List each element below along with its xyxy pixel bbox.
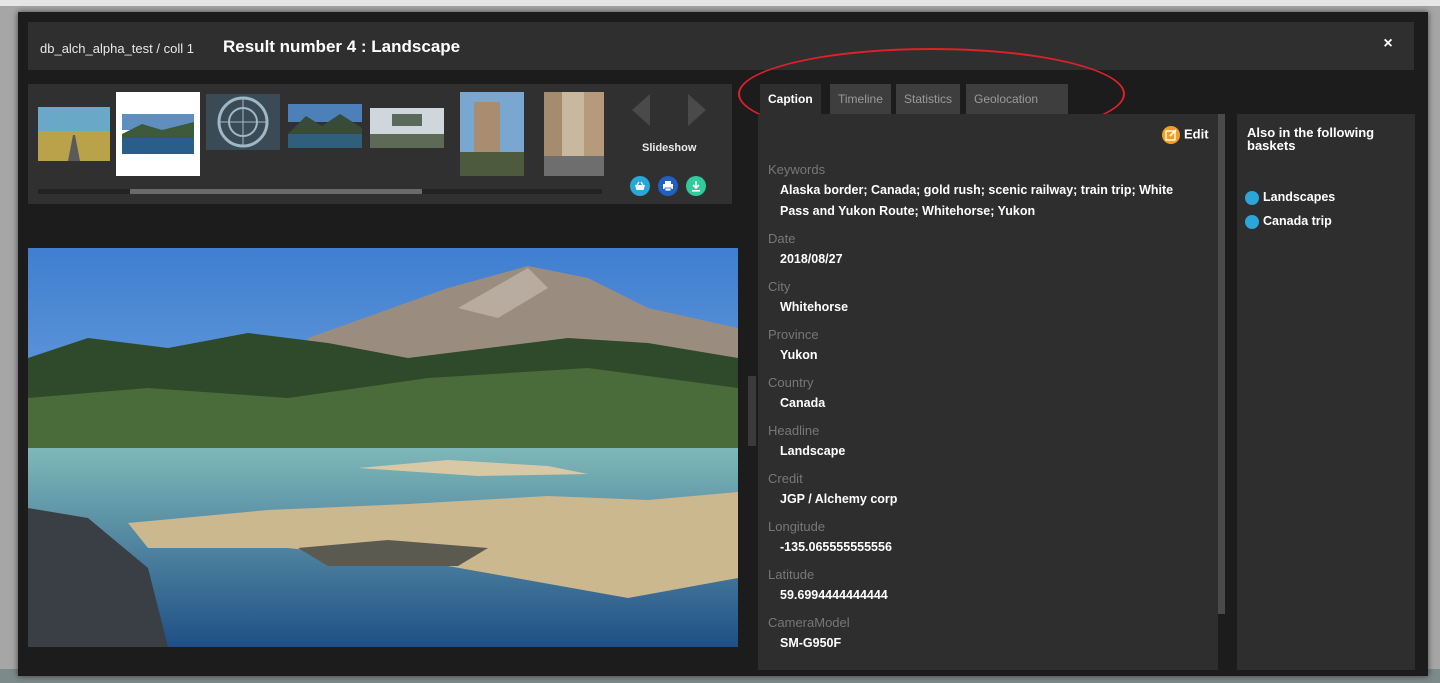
field-label-city: City	[768, 279, 791, 294]
tab-label: Geolocation	[974, 92, 1039, 106]
thumbnail-scrollbar[interactable]	[38, 189, 602, 194]
basket-label: Canada trip	[1263, 214, 1332, 228]
tab-label: Timeline	[838, 92, 883, 106]
field-label-credit: Credit	[768, 471, 803, 486]
field-label-latitude: Latitude	[768, 567, 815, 582]
thumbnail-scrollbar-thumb[interactable]	[130, 189, 422, 194]
basket-label: Landscapes	[1263, 190, 1336, 204]
field-label-keywords: Keywords	[768, 162, 826, 177]
edit-label: Edit	[1184, 126, 1209, 142]
basket-item-landscapes[interactable]: Landscapes	[1245, 190, 1335, 205]
tab-timeline[interactable]: Timeline	[830, 84, 891, 114]
thumbnail-7[interactable]	[542, 92, 610, 176]
tab-geolocation[interactable]: Geolocation	[966, 84, 1068, 114]
previous-arrow-icon[interactable]	[632, 94, 650, 126]
baskets-title: Also in the following baskets	[1247, 125, 1375, 153]
field-label-country: Country	[768, 375, 814, 390]
thumbnail-image	[206, 94, 280, 150]
slideshow-button[interactable]: Slideshow	[642, 142, 696, 154]
thumbnail-strip: Slideshow	[28, 84, 732, 204]
background-topbar	[0, 0, 1440, 6]
thumbnail-image	[38, 107, 110, 161]
thumbnail-6[interactable]	[458, 92, 528, 176]
landscape-photo	[28, 248, 738, 647]
field-value-camera-model: SM-G950F	[780, 636, 842, 650]
edit-icon	[1162, 126, 1180, 144]
page-title: Result number 4 : Landscape	[223, 37, 461, 56]
field-value-province: Yukon	[780, 348, 818, 362]
thumbnail-image	[544, 92, 604, 176]
thumbnail-1[interactable]	[34, 92, 116, 176]
print-icon[interactable]	[658, 176, 678, 196]
tab-label: Caption	[768, 92, 813, 106]
field-label-longitude: Longitude	[768, 519, 826, 534]
basket-icon[interactable]	[630, 176, 650, 196]
caption-scrollbar[interactable]	[1218, 114, 1225, 614]
field-value-city: Whitehorse	[780, 300, 849, 314]
download-icon[interactable]	[686, 176, 706, 196]
tab-caption[interactable]: Caption	[760, 84, 821, 114]
thumbnail-image	[460, 92, 524, 176]
tab-statistics[interactable]: Statistics	[896, 84, 961, 114]
thumbnail-image	[370, 108, 444, 148]
field-value-longitude: -135.065555555556	[780, 540, 892, 554]
basket-icon	[1245, 214, 1259, 229]
main-photo	[28, 248, 738, 647]
thumbnail-image	[122, 114, 194, 154]
thumbnail-3[interactable]	[204, 92, 282, 176]
close-icon[interactable]: ×	[1380, 36, 1396, 52]
caption-panel: Edit Keywords Alaska border; Canada; gol…	[758, 114, 1218, 670]
basket-icon	[1245, 190, 1259, 205]
image-detail-modal: db_alch_alpha_test / coll 1 Result numbe…	[18, 12, 1428, 676]
field-label-date: Date	[768, 231, 796, 246]
field-label-headline: Headline	[768, 423, 820, 438]
field-value-credit: JGP / Alchemy corp	[780, 492, 898, 506]
edit-button[interactable]: Edit	[1162, 126, 1209, 144]
field-value-keywords: Alaska border; Canada; gold rush; scenic…	[780, 183, 1174, 218]
field-label-province: Province	[768, 327, 819, 342]
field-label-camera-model: CameraModel	[768, 615, 850, 630]
field-value-date: 2018/08/27	[780, 252, 843, 266]
thumbnail-2-selected[interactable]	[116, 92, 200, 176]
thumbnail-image	[288, 104, 362, 148]
baskets-panel: Also in the following baskets Landscapes…	[1237, 114, 1415, 670]
field-value-latitude: 59.6994444444444	[780, 588, 888, 602]
modal-header: db_alch_alpha_test / coll 1 Result numbe…	[28, 22, 1414, 70]
breadcrumb[interactable]: db_alch_alpha_test / coll 1	[40, 41, 194, 56]
thumbnail-4[interactable]	[286, 92, 364, 176]
next-arrow-icon[interactable]	[688, 94, 706, 126]
field-value-headline: Landscape	[780, 444, 846, 458]
basket-item-canada-trip[interactable]: Canada trip	[1245, 214, 1332, 229]
thumbnail-5[interactable]	[368, 92, 446, 176]
tab-label: Statistics	[904, 92, 953, 106]
field-value-country: Canada	[780, 396, 826, 410]
panel-resize-handle[interactable]	[748, 376, 756, 446]
